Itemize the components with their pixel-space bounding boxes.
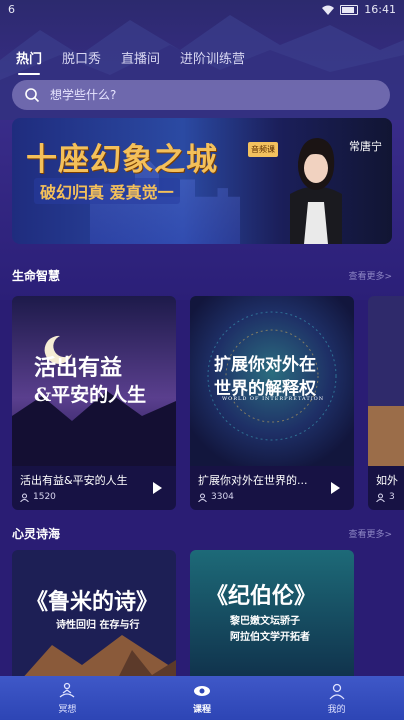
see-more-link[interactable]: 查看更多> <box>348 269 392 282</box>
promo-banner[interactable]: 十座幻象之城 音频课 破幻归真 爱真觉一 常唐宁 <box>12 118 392 244</box>
tab-live[interactable]: 直播间 <box>121 48 160 75</box>
see-more-link[interactable]: 查看更多> <box>348 527 392 540</box>
card-info: 扩展你对外在世界的... 3304 <box>190 466 354 510</box>
profile-icon <box>329 683 345 699</box>
card-title: 扩展你对外在世界的... <box>198 474 308 487</box>
search-input[interactable] <box>48 87 352 103</box>
listener-count-value: 3 <box>389 492 395 502</box>
nav-course[interactable]: 课程 <box>162 682 242 715</box>
nav-label: 冥想 <box>58 704 77 715</box>
cover-text-line1: 《鲁米的诗》 <box>26 589 159 615</box>
carrier-indicator: 6 <box>8 3 15 16</box>
cover-text-line2: 诗性回归 在存与行 <box>56 620 140 631</box>
tab-training-camp[interactable]: 进阶训练营 <box>180 48 245 75</box>
speaker-name: 常唐宁 <box>349 140 382 153</box>
tab-talk-show[interactable]: 脱口秀 <box>62 48 101 75</box>
nav-label: 我的 <box>327 704 346 715</box>
nav-profile[interactable]: 我的 <box>297 682 377 715</box>
card-info: 如外 3 <box>368 466 404 510</box>
wifi-icon <box>322 5 335 15</box>
card-info: 活出有益&平安的人生 1520 <box>12 466 176 510</box>
section-title: 生命智慧 <box>12 268 61 283</box>
user-icon <box>198 493 207 502</box>
listener-count-value: 3304 <box>211 492 234 502</box>
clock-time: 16:41 <box>364 3 396 16</box>
course-card[interactable]: 扩展你对外在 世界的解释权 WORLD OF INTERPRETATION 扩展… <box>190 296 354 510</box>
nav-meditation[interactable]: 冥想 <box>27 682 107 715</box>
play-icon[interactable] <box>153 482 162 494</box>
course-card[interactable]: 活出有益 &平安的人生 活出有益&平安的人生 1520 <box>12 296 176 510</box>
course-card[interactable]: 如外 3 <box>368 296 404 510</box>
course-icon <box>193 685 210 696</box>
cover-text-line1: 活出有益 <box>34 355 123 381</box>
section-header-poetry: 心灵诗海 查看更多> <box>12 524 392 542</box>
course-cover <box>368 296 404 466</box>
nav-label: 课程 <box>192 704 211 715</box>
listener-count: 3 <box>376 492 395 502</box>
cover-subtext: WORLD OF INTERPRETATION <box>222 396 325 402</box>
card-title: 活出有益&平安的人生 <box>20 474 128 487</box>
cover-text-line1: 扩展你对外在 <box>214 355 316 375</box>
banner-title: 十座幻象之城 <box>26 142 218 178</box>
course-card[interactable]: 《纪伯伦》 黎巴嫩文坛骄子 阿拉伯文学开拓者 <box>190 550 354 690</box>
listener-count: 1520 <box>20 492 56 502</box>
battery-icon <box>340 4 359 15</box>
search-bar[interactable] <box>12 80 390 110</box>
section-title: 心灵诗海 <box>12 526 61 541</box>
bottom-nav: 冥想 课程 我的 <box>0 676 404 720</box>
user-icon <box>20 493 29 502</box>
cover-text-line2: &平安的人生 <box>34 384 147 406</box>
cover-text-line1: 《纪伯伦》 <box>206 583 317 609</box>
listener-count-value: 1520 <box>33 492 56 502</box>
status-bar: 6 16:41 <box>0 0 404 22</box>
tab-hot[interactable]: 热门 <box>16 48 42 75</box>
card-title: 如外 <box>376 474 398 487</box>
search-icon <box>25 88 40 103</box>
course-card[interactable]: 《鲁米的诗》 诗性回归 在存与行 <box>12 550 176 690</box>
user-icon <box>376 493 385 502</box>
meditation-icon <box>59 682 75 698</box>
play-icon[interactable] <box>331 482 340 494</box>
cover-text-line3: 阿拉伯文学开拓者 <box>230 632 310 643</box>
banner-subtitle: 破幻归真 爱真觉一 <box>34 178 180 204</box>
listener-count: 3304 <box>198 492 234 502</box>
category-tabs: 热门 脱口秀 直播间 进阶训练营 <box>16 48 245 75</box>
cover-text-line2: 黎巴嫩文坛骄子 <box>230 616 300 627</box>
section-header-life-wisdom: 生命智慧 查看更多> <box>12 266 392 284</box>
